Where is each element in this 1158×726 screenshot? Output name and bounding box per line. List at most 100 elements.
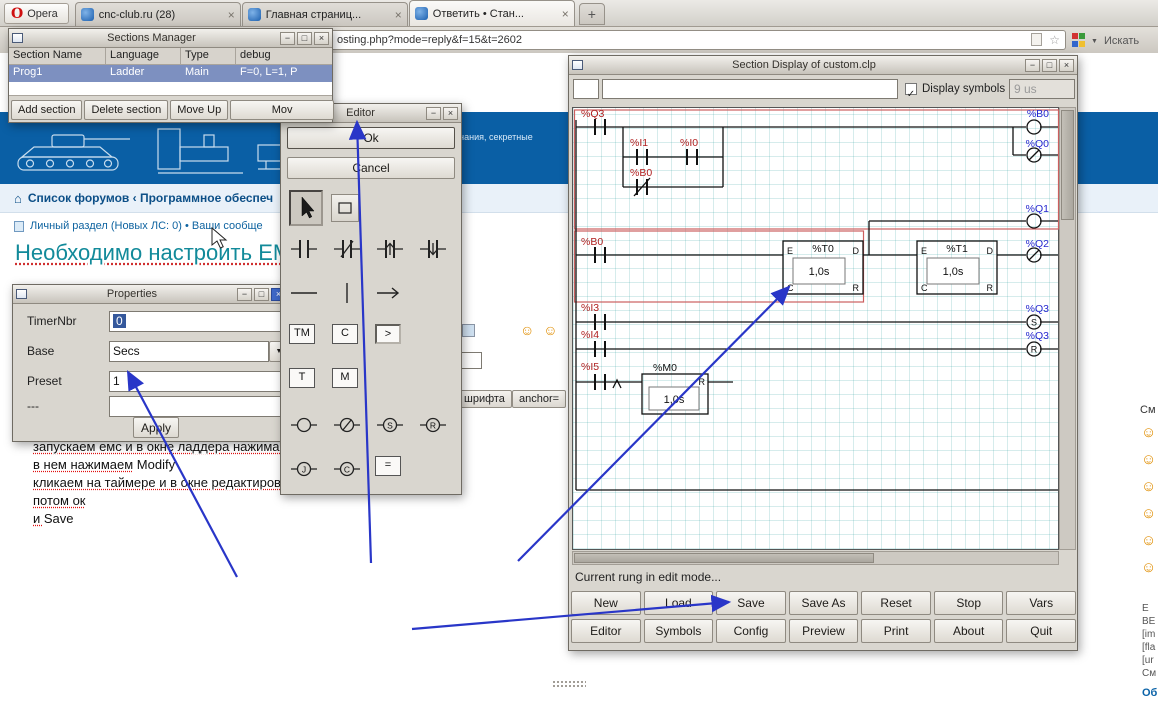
close-button[interactable]: × <box>314 31 329 45</box>
minimize-button[interactable]: − <box>280 31 295 45</box>
stop-button[interactable]: Stop <box>933 591 1004 615</box>
load-button[interactable]: Load <box>643 591 714 615</box>
opera-menu-button[interactable]: O Opera <box>4 3 69 24</box>
new-button[interactable]: New <box>571 591 641 615</box>
scrollbar-thumb[interactable] <box>1061 110 1074 220</box>
column-header-debug[interactable]: debug <box>236 48 332 64</box>
cancel-button[interactable]: Cancel <box>287 157 455 179</box>
maximize-button[interactable]: □ <box>1042 58 1057 72</box>
contact-falling-edge-tool[interactable] <box>418 236 448 262</box>
horizontal-scrollbar[interactable] <box>572 551 1059 565</box>
extra-input[interactable] <box>109 396 289 417</box>
smiley-icon[interactable]: ☺ <box>1141 451 1156 468</box>
move-up-button[interactable]: Move Up <box>170 100 229 120</box>
maximize-button[interactable]: □ <box>297 31 312 45</box>
smiley-icon[interactable]: ☺ <box>1141 505 1156 522</box>
smiley-icon[interactable]: ☺ <box>1141 478 1156 495</box>
rung-number-input[interactable] <box>573 79 599 99</box>
timer-block-tool[interactable]: TM <box>289 324 315 344</box>
timernbr-input[interactable]: 0 <box>109 311 289 332</box>
page-icon[interactable] <box>1031 33 1043 46</box>
tab-cnc-club[interactable]: cnc-club.ru (28) × <box>74 2 241 26</box>
smiley-icon[interactable]: ☺ <box>1141 559 1156 576</box>
ladder-canvas[interactable]: %Q3 %I1 %I0 %B0 %B0 %I3 %I4 %I5 %B0 %Q0 … <box>572 107 1060 550</box>
scrollbar-thumb[interactable] <box>574 553 874 563</box>
preset-input[interactable]: 1 <box>109 371 289 392</box>
tab-close-icon[interactable]: × <box>395 8 402 22</box>
chevron-down-icon[interactable]: ▼ <box>1091 38 1098 45</box>
minimize-button[interactable]: − <box>1025 58 1040 72</box>
vars-button[interactable]: Vars <box>1006 591 1077 615</box>
toolbar-small-input[interactable] <box>460 352 482 369</box>
about-button[interactable]: About <box>933 619 1004 643</box>
breadcrumb-text[interactable]: Список форумов ‹ Программное обеспеч <box>28 191 273 205</box>
ok-button[interactable]: Ok <box>287 127 455 149</box>
minimize-button[interactable]: − <box>426 106 441 120</box>
move-down-button[interactable]: Mov <box>230 100 334 120</box>
search-input[interactable]: Искать <box>1104 35 1139 47</box>
quit-button[interactable]: Quit <box>1006 619 1077 643</box>
properties-titlebar[interactable]: Properties − □ × <box>13 285 289 304</box>
vertical-scrollbar[interactable] <box>1059 107 1076 550</box>
toolbar-icon[interactable] <box>462 324 475 337</box>
smiley-icon[interactable]: ☺ <box>543 322 557 338</box>
apply-button[interactable]: Apply <box>133 417 179 438</box>
smiley-icon[interactable]: ☺ <box>1141 532 1156 549</box>
coil-tool[interactable] <box>289 412 319 438</box>
display-symbols-checkbox[interactable]: ✓ <box>905 83 917 100</box>
section-display-titlebar[interactable]: Section Display of custom.clp − □ × <box>569 56 1077 75</box>
coil-negated-tool[interactable] <box>332 412 362 438</box>
box-tool[interactable] <box>331 194 359 222</box>
coil-reset-tool[interactable]: R <box>418 412 448 438</box>
editor-button[interactable]: Editor <box>571 619 641 643</box>
compare-block-tool[interactable]: > <box>375 324 401 344</box>
column-header-language[interactable]: Language <box>106 48 181 64</box>
reset-button[interactable]: Reset <box>861 591 931 615</box>
tab-main-page[interactable]: Главная страниц... × <box>241 2 408 26</box>
tab-close-icon[interactable]: × <box>228 8 235 22</box>
long-connection-tool[interactable] <box>375 280 405 306</box>
tab-reply[interactable]: Ответить • Стан... × <box>408 0 575 26</box>
smiley-icon[interactable]: ☺ <box>520 322 534 338</box>
base-select[interactable]: Secs <box>109 341 269 362</box>
counter-block-tool[interactable]: C <box>332 324 358 344</box>
coil-set-tool[interactable]: S <box>375 412 405 438</box>
config-button[interactable]: Config <box>716 619 786 643</box>
sections-manager-titlebar[interactable]: Sections Manager − □ × <box>9 29 332 48</box>
save-as-button[interactable]: Save As <box>788 591 859 615</box>
close-button[interactable]: × <box>443 106 458 120</box>
contact-rising-edge-tool[interactable] <box>375 236 405 262</box>
coil-call-tool[interactable]: C <box>332 456 362 482</box>
column-header-type[interactable]: Type <box>181 48 236 64</box>
tab-close-icon[interactable]: × <box>562 7 569 21</box>
select-tool[interactable] <box>289 190 323 226</box>
print-button[interactable]: Print <box>861 619 931 643</box>
minimize-button[interactable]: − <box>237 287 252 301</box>
smiley-icon[interactable]: ☺ <box>1141 424 1156 441</box>
preview-button[interactable]: Preview <box>788 619 859 643</box>
new-tab-button[interactable]: + <box>578 3 605 25</box>
close-button[interactable]: × <box>1059 58 1074 72</box>
contact-open-tool[interactable] <box>289 236 319 262</box>
new-timer-block-tool[interactable]: T <box>289 368 315 388</box>
operate-block-tool[interactable]: = <box>375 456 401 476</box>
delete-section-button[interactable]: Delete section <box>84 100 169 120</box>
save-button[interactable]: Save <box>716 591 786 615</box>
monostable-block-tool[interactable]: M <box>332 368 358 388</box>
add-section-button[interactable]: Add section <box>11 100 83 120</box>
symbols-button[interactable]: Symbols <box>643 619 714 643</box>
vertical-wire-tool[interactable] <box>332 280 362 306</box>
anchor-button[interactable]: anchor= <box>512 390 567 408</box>
speed-dial-icon[interactable] <box>1072 33 1087 48</box>
bookmark-star-icon[interactable]: ☆ <box>1049 33 1060 47</box>
column-header-section-name[interactable]: Section Name <box>9 48 106 64</box>
coil-jump-tool[interactable]: J <box>289 456 319 482</box>
rung-comment-input[interactable] <box>602 79 898 99</box>
horizontal-wire-tool[interactable] <box>289 280 319 306</box>
maximize-button[interactable]: □ <box>254 287 269 301</box>
table-row[interactable]: Prog1 Ladder Main F=0, L=1, P <box>9 65 332 82</box>
user-links-text[interactable]: Личный раздел (Новых ЛС: 0) • Ваши сообщ… <box>30 220 263 232</box>
contact-closed-tool[interactable] <box>332 236 362 262</box>
resize-handle[interactable] <box>552 680 586 689</box>
font-size-button[interactable]: шрифта <box>457 390 512 408</box>
